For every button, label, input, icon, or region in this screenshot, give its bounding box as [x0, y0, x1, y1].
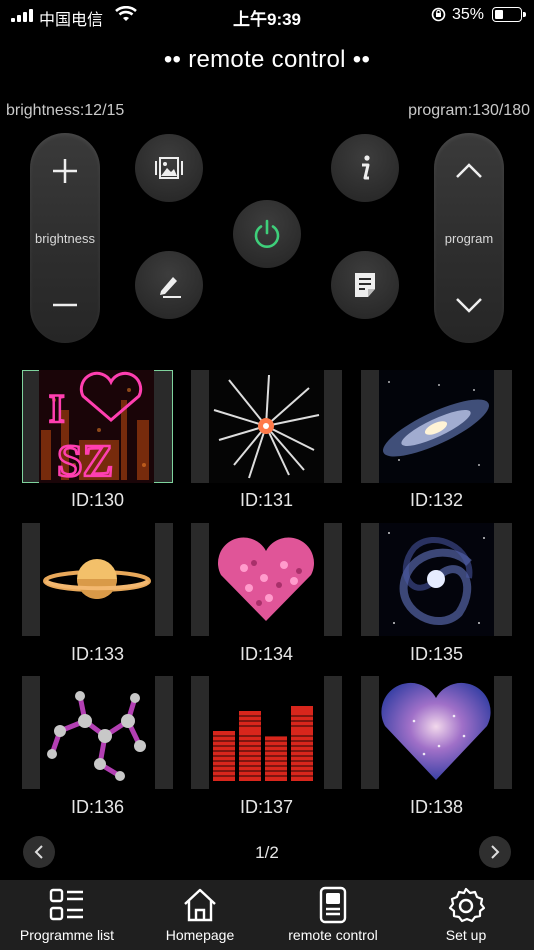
tab-label: Programme list — [19, 927, 115, 943]
brightness-up-button[interactable] — [30, 141, 100, 201]
pencil-icon — [160, 277, 181, 298]
tab-set-up[interactable]: Set up — [418, 880, 514, 950]
brightness-down-button[interactable] — [30, 275, 100, 335]
chevron-up-icon — [456, 163, 482, 178]
program-tile-137[interactable] — [191, 676, 342, 789]
tile-id-label: ID:131 — [239, 490, 294, 510]
program-readout: program:130/180 — [408, 102, 530, 119]
tab-remote-control[interactable]: remote control — [274, 880, 392, 950]
spiral-galaxy-image — [379, 523, 494, 636]
power-icon — [254, 219, 280, 248]
home-icon — [184, 888, 216, 922]
molecule-image — [40, 676, 155, 789]
chevron-right-icon — [491, 845, 500, 859]
list-icon — [49, 888, 83, 921]
remote-icon — [319, 886, 347, 924]
tile-id-label: ID:134 — [239, 644, 294, 664]
svg-text:SZ: SZ — [57, 435, 113, 483]
program-tile-138[interactable] — [361, 676, 512, 789]
tab-homepage[interactable]: Homepage — [150, 880, 250, 950]
program-tile-136[interactable] — [22, 676, 173, 789]
program-tile-133[interactable] — [22, 523, 173, 636]
program-control: program — [434, 133, 504, 343]
tile-id-label: ID:138 — [409, 797, 464, 817]
program-tile-131[interactable] — [191, 370, 342, 483]
note-icon — [355, 273, 375, 297]
info-button[interactable] — [331, 134, 399, 202]
notes-button[interactable] — [331, 251, 399, 319]
pink-heart-image — [209, 523, 324, 636]
program-tile-135[interactable] — [361, 523, 512, 636]
tile-id-label: ID:133 — [70, 644, 125, 664]
tab-label: Homepage — [165, 927, 235, 943]
next-page-button[interactable] — [479, 836, 511, 868]
battery-icon — [492, 7, 526, 22]
program-tile-130[interactable]: I SZ — [22, 370, 173, 483]
image-button[interactable] — [135, 134, 203, 202]
program-next-button[interactable] — [434, 275, 504, 335]
brightness-control: brightness — [30, 133, 100, 343]
pager: 1/2 — [0, 836, 534, 868]
program-label: program — [444, 231, 494, 246]
starburst-image — [209, 370, 324, 483]
image-icon — [155, 157, 183, 179]
brightness-readout: brightness:12/15 — [6, 102, 125, 119]
tab-label: remote control — [288, 927, 378, 943]
minus-icon — [53, 303, 77, 307]
tile-id-label: ID:137 — [239, 797, 294, 817]
tile-id-label: ID:136 — [70, 797, 125, 817]
tile-id-label: ID:135 — [409, 644, 464, 664]
info-icon — [362, 155, 370, 180]
tile-id-label: ID:130 — [70, 490, 125, 510]
page-indicator: 1/2 — [255, 843, 279, 862]
tab-programme-list[interactable]: Programme list — [8, 880, 126, 950]
svg-text:I: I — [49, 386, 65, 431]
gear-icon — [448, 887, 485, 923]
program-prev-button[interactable] — [434, 141, 504, 201]
page-title: •• remote control •• — [163, 46, 371, 73]
nebula-heart-image — [379, 676, 494, 789]
edit-button[interactable] — [135, 251, 203, 319]
equalizer-image — [209, 676, 324, 789]
program-tile-132[interactable] — [361, 370, 512, 483]
tab-bar: Programme list Homepage remote control S… — [0, 880, 534, 950]
saturn-image — [40, 523, 155, 636]
chevron-down-icon — [456, 298, 482, 313]
plus-icon — [53, 159, 77, 183]
status-bar: 中国电信 上午9:39 35% — [0, 0, 534, 30]
program-tile-134[interactable] — [191, 523, 342, 636]
i-love-sz-image: I SZ — [39, 370, 154, 483]
rotation-lock-icon — [431, 7, 446, 22]
tab-label: Set up — [445, 927, 487, 943]
brightness-label: brightness — [35, 231, 95, 246]
tile-id-label: ID:132 — [409, 490, 464, 510]
power-button[interactable] — [233, 200, 301, 268]
galaxy-image — [379, 370, 494, 483]
battery-percent: 35% — [452, 6, 485, 23]
